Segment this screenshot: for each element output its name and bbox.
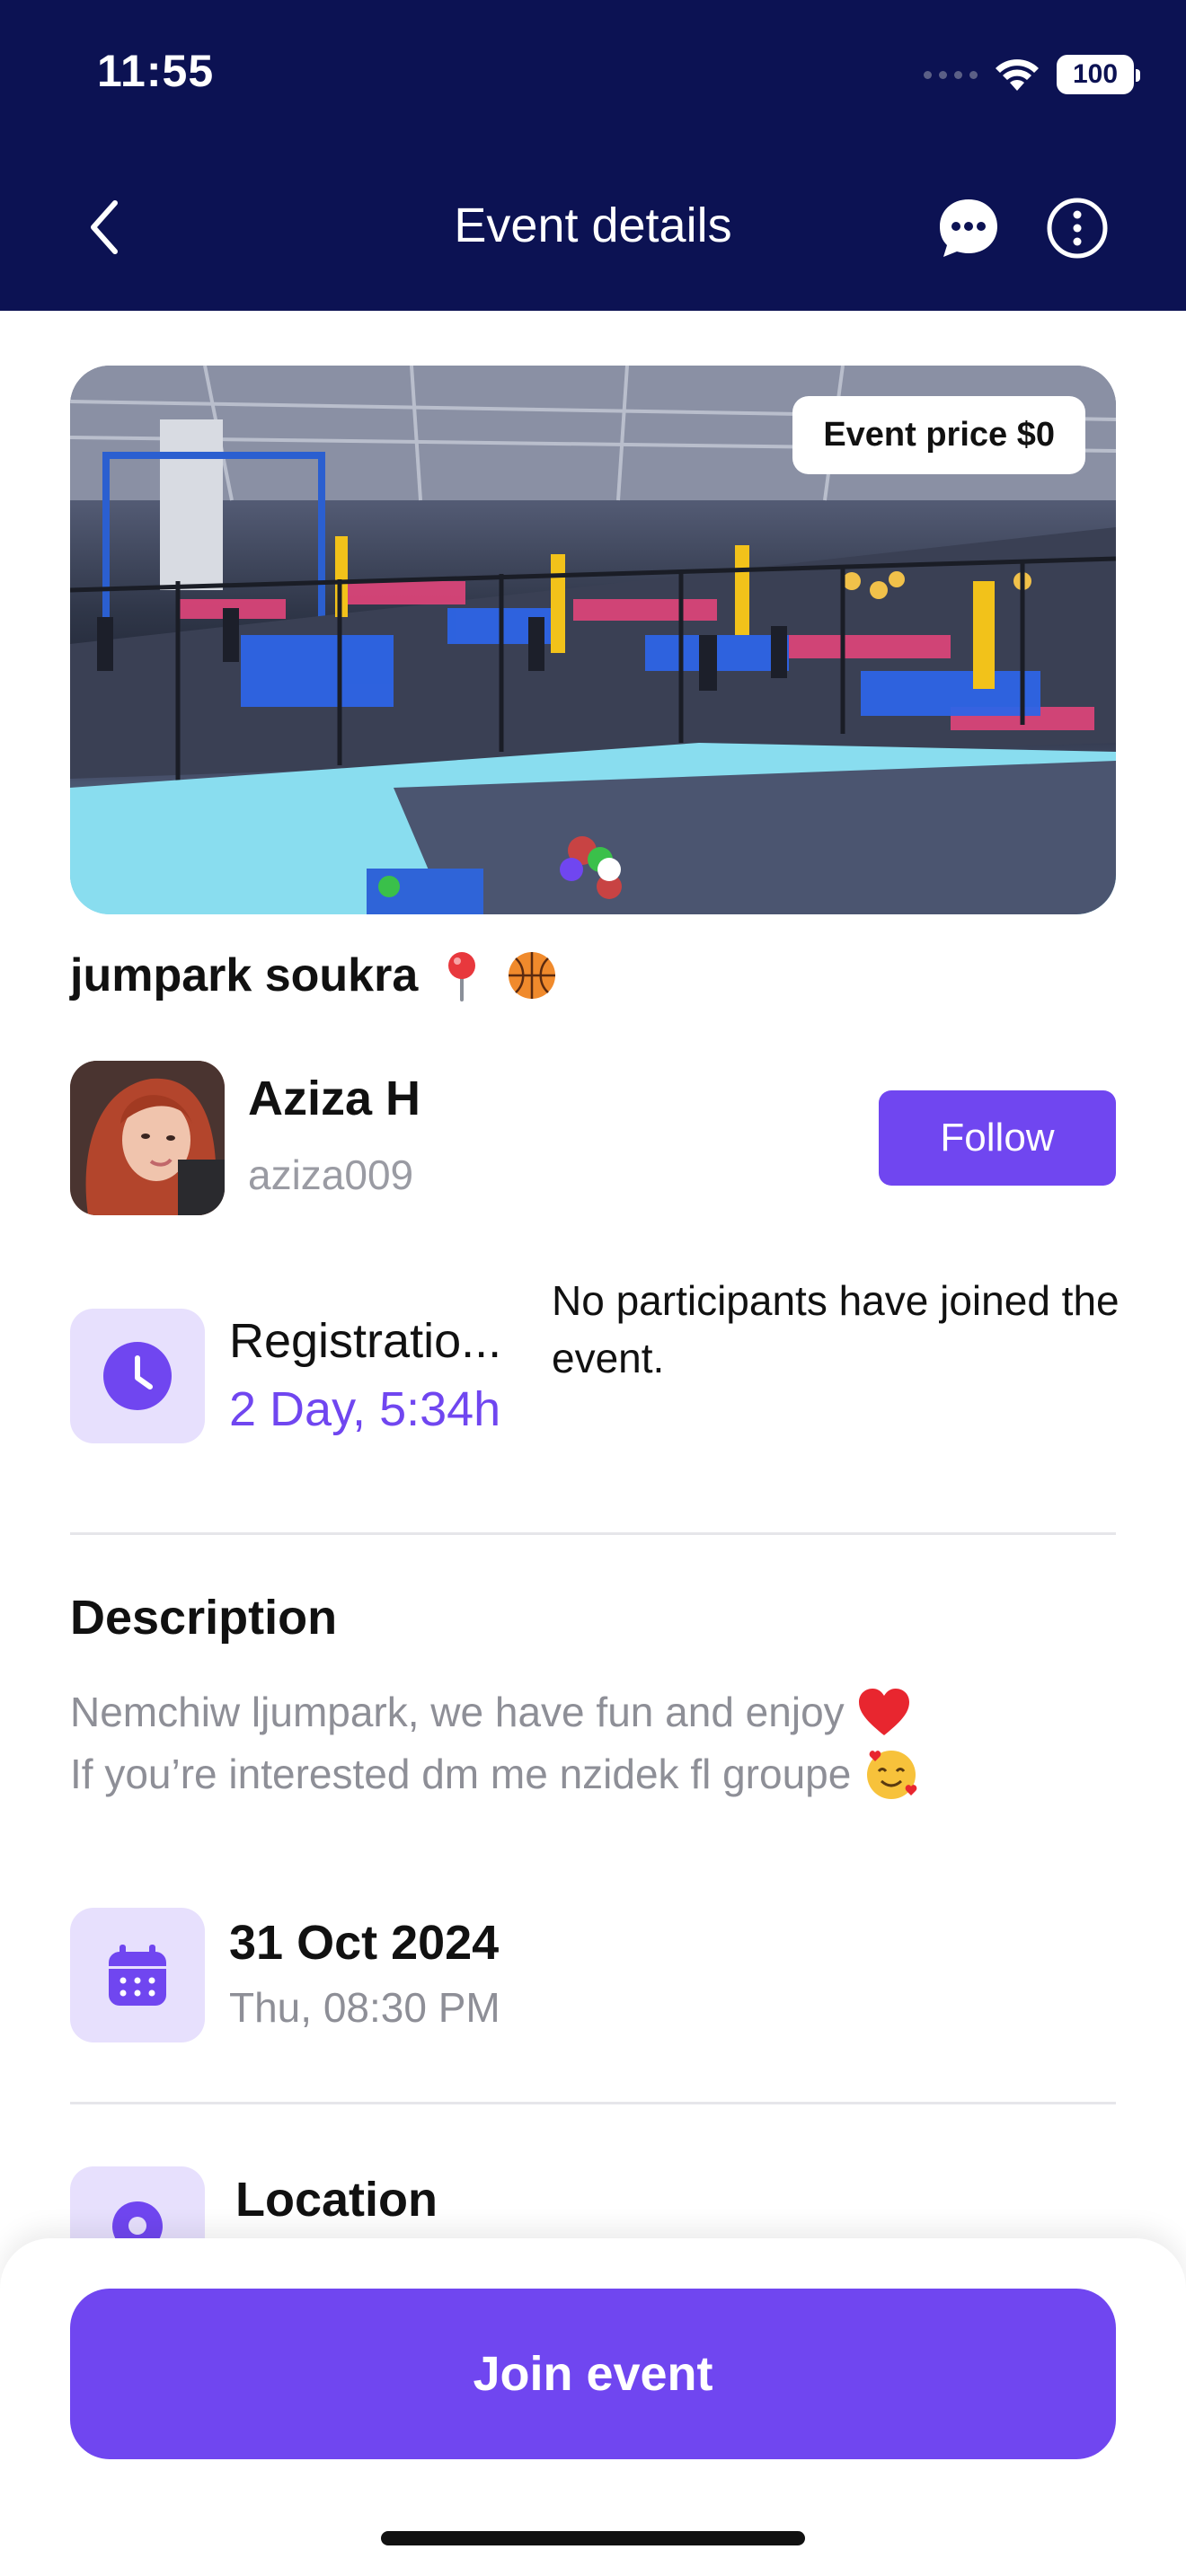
- basketball-icon: [509, 952, 556, 999]
- description-heading: Description: [70, 1591, 338, 1645]
- page-title: Event details: [454, 198, 732, 252]
- event-time: Thu, 08:30 PM: [229, 1984, 500, 2031]
- event-image-carousel[interactable]: Event price $0: [70, 366, 1116, 914]
- more-options-button[interactable]: [1045, 196, 1110, 260]
- cellular-signal-icon: [924, 70, 978, 79]
- host-name[interactable]: Aziza H: [248, 1071, 420, 1126]
- event-date: 31 Oct 2024: [229, 1916, 500, 1970]
- clock-icon: [103, 1342, 172, 1410]
- divider: [70, 1532, 1116, 1535]
- smiling-face-with-hearts-icon: [867, 1751, 917, 1799]
- description-line-1: Nemchiw ljumpark, we have fun and enjoy: [70, 1687, 911, 1737]
- chat-bubble-icon: [940, 199, 997, 257]
- registration-label: Registratio...: [229, 1314, 502, 1368]
- round-pushpin-icon: [448, 952, 476, 1001]
- location-heading: Location: [235, 2173, 438, 2227]
- follow-button[interactable]: Follow: [879, 1090, 1116, 1186]
- event-title: jumpark soukra: [70, 948, 558, 1002]
- avatar-photo: [70, 1061, 225, 1215]
- more-vertical-icon: [1047, 198, 1108, 259]
- status-icons: 100: [924, 52, 1140, 97]
- red-heart-icon: [858, 1689, 909, 1735]
- host-username: aziza009: [248, 1151, 414, 1198]
- app-header: 11:55 100 Event details: [0, 0, 1186, 311]
- home-indicator[interactable]: [381, 2531, 805, 2545]
- participants-status: No participants have joined the event.: [552, 1277, 1120, 1381]
- battery-indicator: 100: [1057, 55, 1140, 94]
- carousel-dot[interactable]: [597, 858, 621, 881]
- join-event-button[interactable]: Join event: [70, 2289, 1116, 2459]
- host-avatar[interactable]: [70, 1061, 225, 1215]
- carousel-pagination: [560, 858, 621, 881]
- divider: [70, 2102, 1116, 2104]
- description-line-2-text: If you’re interested dm me nzidek fl gro…: [70, 1751, 852, 1797]
- registration-icon-tile: [70, 1309, 205, 1443]
- status-time: 11:55: [97, 46, 215, 96]
- carousel-dot-active[interactable]: [560, 858, 583, 881]
- event-price-badge: Event price $0: [792, 396, 1085, 474]
- registration-countdown: 2 Day, 5:34h: [229, 1382, 501, 1436]
- wifi-icon: [996, 59, 1039, 91]
- description-line-1-text: Nemchiw ljumpark, we have fun and enjoy: [70, 1689, 845, 1735]
- chat-button[interactable]: [936, 196, 1001, 260]
- description-line-2: If you’re interested dm me nzidek fl gro…: [70, 1746, 919, 1802]
- date-icon-tile: [70, 1908, 205, 2042]
- event-title-text: jumpark soukra: [70, 949, 419, 1001]
- calendar-icon: [109, 1945, 166, 2006]
